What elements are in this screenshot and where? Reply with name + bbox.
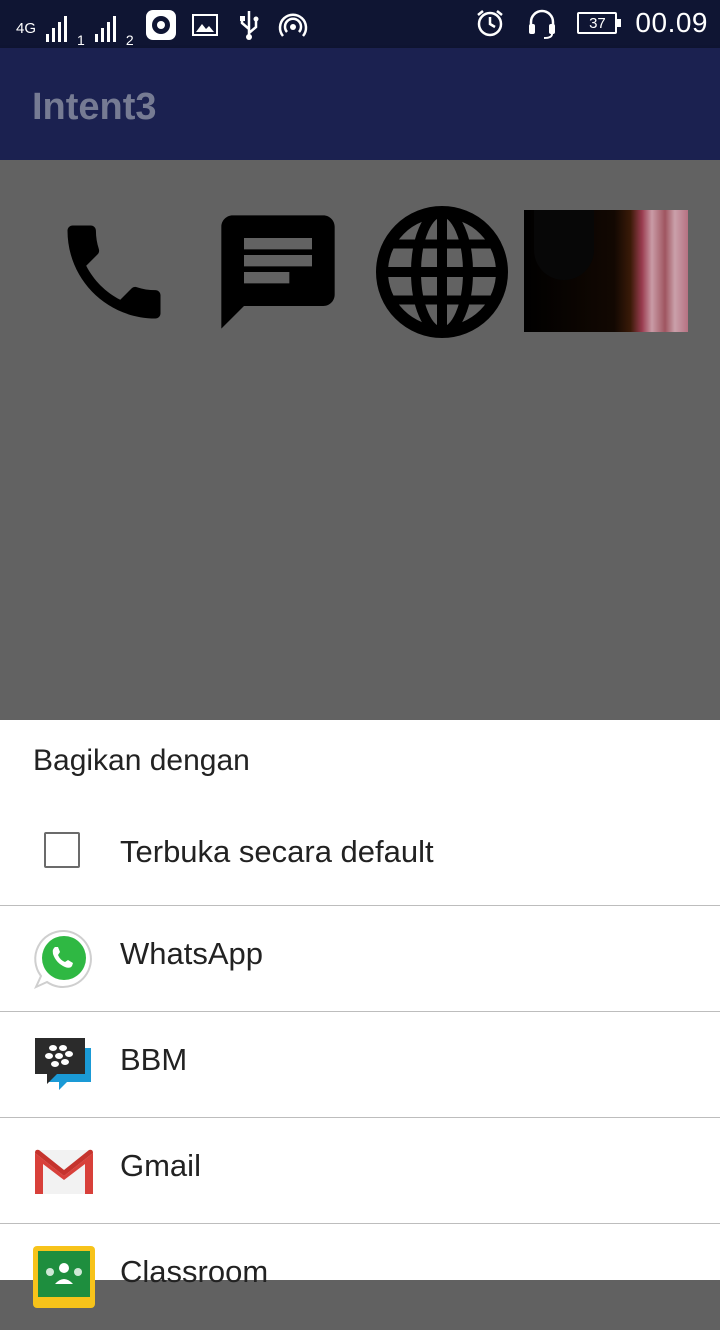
- music-icon: [144, 8, 178, 42]
- intent-icon-row: [0, 160, 720, 360]
- status-bar-right: 37 00.09: [473, 6, 708, 40]
- status-bar: 4G 1 2 37 00.09: [0, 0, 720, 48]
- battery-icon: 37: [577, 12, 622, 34]
- usb-icon: [232, 8, 266, 42]
- status-bar-left: 4G 1 2: [16, 8, 310, 48]
- app-title: Intent3: [32, 86, 157, 128]
- share-option-classroom[interactable]: Classroom: [0, 1224, 720, 1330]
- whatsapp-icon: [33, 928, 95, 990]
- alarm-icon: [473, 6, 507, 40]
- signal-icon: [94, 16, 116, 42]
- gmail-icon: [33, 1140, 95, 1202]
- sim2-label: 2: [125, 32, 134, 48]
- open-by-default-row[interactable]: Terbuka secara default: [0, 810, 720, 905]
- signal-icon: [46, 16, 68, 42]
- headset-icon: [525, 6, 559, 40]
- main-content: [0, 160, 720, 720]
- hotspot-icon: [276, 8, 310, 42]
- network-type: 4G: [16, 20, 37, 37]
- status-time: 00.09: [635, 7, 708, 38]
- open-by-default-checkbox[interactable]: [44, 832, 80, 868]
- share-option-label: BBM: [120, 1042, 188, 1077]
- app-bar: Intent3: [0, 48, 720, 160]
- share-option-gmail[interactable]: Gmail: [0, 1118, 720, 1224]
- phone-icon[interactable]: [50, 210, 178, 339]
- bbm-icon: [33, 1034, 95, 1096]
- message-icon[interactable]: [210, 204, 346, 345]
- photo-thumbnail[interactable]: [524, 210, 688, 332]
- globe-icon[interactable]: [374, 204, 510, 345]
- share-sheet-title: Bagikan dengan: [33, 744, 250, 777]
- share-option-label: WhatsApp: [120, 936, 264, 971]
- open-by-default-label: Terbuka secara default: [120, 834, 434, 869]
- classroom-icon: [33, 1246, 95, 1308]
- battery-level: 37: [589, 14, 606, 32]
- image-icon: [188, 8, 222, 42]
- sim1-label: 1: [77, 32, 85, 48]
- share-option-bbm[interactable]: BBM: [0, 1012, 720, 1118]
- share-sheet: Bagikan dengan Terbuka secara default Wh…: [0, 720, 720, 1308]
- share-option-label: Gmail: [120, 1148, 201, 1183]
- share-option-label: Classroom: [120, 1254, 269, 1289]
- share-option-whatsapp[interactable]: WhatsApp: [0, 906, 720, 1012]
